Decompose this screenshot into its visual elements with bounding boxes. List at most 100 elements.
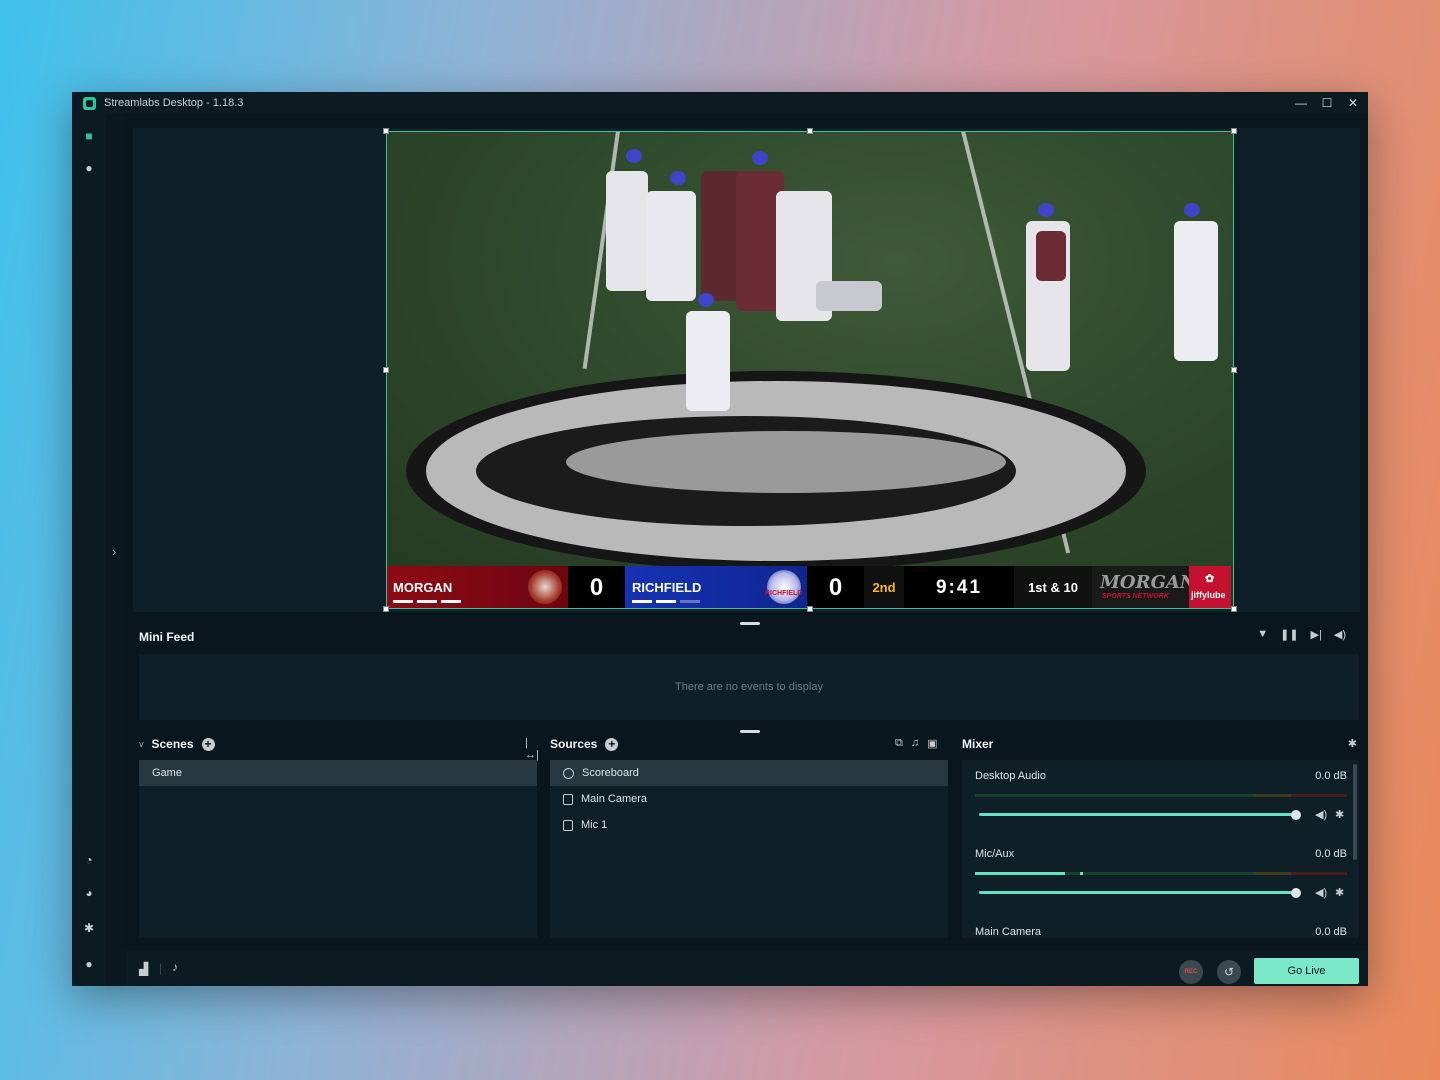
layout-editor-icon[interactable]: ◕ [81, 885, 97, 901]
scenes-header: v Scenes + |↔| [139, 734, 539, 761]
collapse-chevron-icon[interactable]: v [139, 739, 144, 749]
play-icon[interactable]: ● [81, 160, 97, 176]
video-feed: MORGAN 0 RICHFIELD RICHFIELD 0 2nd 9:41 … [386, 131, 1234, 609]
network-name: MORGAN [1100, 572, 1197, 593]
volume-slider[interactable] [979, 813, 1297, 816]
player [1174, 221, 1218, 361]
minifeed-header: Mini Feed ▼ ❚❚ ▶| ◀) [126, 622, 1360, 650]
mixer-scrollbar[interactable] [1353, 764, 1357, 860]
resize-handle[interactable] [1231, 367, 1237, 373]
level-meter-fill [975, 872, 1065, 875]
file-icon [563, 793, 573, 805]
resize-handle[interactable] [807, 606, 813, 612]
close-icon[interactable]: ✕ [1346, 96, 1360, 110]
player-jersey [1036, 231, 1066, 281]
speaker-icon[interactable]: ◀) [1315, 886, 1327, 899]
studio-mode-icon[interactable]: ◔ [81, 852, 97, 868]
sources-header: Sources + ⧉ ♫ ▣ [550, 734, 950, 754]
user-profile-icon[interactable]: ● [81, 956, 97, 972]
volume-knob[interactable] [1291, 888, 1301, 898]
minifeed-empty-text: There are no events to display [675, 681, 823, 693]
resize-handle[interactable] [807, 128, 813, 134]
player-helmet [752, 151, 768, 165]
speaker-icon[interactable]: ◀) [1315, 808, 1327, 821]
player [646, 191, 696, 301]
transition-icon[interactable]: |↔| [525, 737, 539, 761]
filter-icon[interactable]: ▼ [1257, 628, 1268, 641]
timeout-indicator [417, 600, 437, 603]
streamlabs-logo-icon [83, 96, 96, 110]
mixer-title: Mixer [962, 737, 994, 751]
settings-gear-icon[interactable]: ✱ [81, 920, 97, 936]
replay-buffer-icon[interactable]: ↺ [1217, 960, 1241, 984]
editor-icon[interactable]: ■ [81, 128, 97, 144]
record-button[interactable]: REC [1179, 960, 1203, 984]
mixer-db: 0.0 dB [1315, 770, 1347, 782]
resize-handle[interactable] [1231, 606, 1237, 612]
mixer-header: Mixer ✱ [962, 734, 1359, 754]
field-logo-accent [566, 431, 1006, 493]
volume-slider[interactable] [979, 891, 1297, 894]
minimize-icon[interactable]: — [1294, 96, 1308, 110]
mixer-db: 0.0 dB [1315, 848, 1347, 860]
add-folder-icon[interactable]: ▣ [927, 737, 937, 750]
resize-handle[interactable] [383, 606, 389, 612]
volume-knob[interactable] [1291, 810, 1301, 820]
window-title: Streamlabs Desktop - 1.18.3 [104, 97, 244, 109]
expand-chevron-icon[interactable]: › [112, 544, 116, 559]
minifeed-box: There are no events to display [139, 654, 1359, 720]
peak-indicator [1080, 872, 1083, 875]
footer-divider: | [159, 961, 163, 975]
maximize-icon[interactable]: ☐ [1320, 96, 1334, 110]
down-and-distance: 1st & 10 [1014, 566, 1092, 609]
timeout-indicator [680, 600, 700, 603]
mixer-settings-icon[interactable]: ✱ [1348, 737, 1357, 750]
scene-label: Game [152, 767, 182, 779]
source-label: Main Camera [581, 793, 648, 805]
panel-resize-handle[interactable] [740, 730, 760, 733]
home-team-panel: MORGAN [386, 566, 568, 609]
resize-handle[interactable] [1231, 128, 1237, 134]
window-controls: — ☐ ✕ [1294, 92, 1360, 114]
resize-handle[interactable] [383, 367, 389, 373]
away-team-name: RICHFIELD [632, 580, 702, 595]
resize-handle[interactable] [383, 128, 389, 134]
scene-item-game[interactable]: Game [139, 760, 537, 786]
title-bar: Streamlabs Desktop - 1.18.3 — ☐ ✕ [72, 92, 1368, 114]
record-label: REC [1184, 969, 1198, 975]
source-label: Scoreboard [582, 767, 639, 779]
source-item-mic-1[interactable]: Mic 1 [550, 812, 948, 838]
scoreboard-overlay: MORGAN 0 RICHFIELD RICHFIELD 0 2nd 9:41 … [386, 566, 1234, 609]
app-window: Streamlabs Desktop - 1.18.3 — ☐ ✕ ■ ● ◔ … [72, 92, 1368, 986]
sponsor-mark-icon: ✿ [1205, 573, 1215, 585]
source-label: Mic 1 [581, 819, 608, 831]
pause-icon[interactable]: ❚❚ [1280, 628, 1298, 641]
timeout-indicator [393, 600, 413, 603]
microphone-icon[interactable]: ♫ [911, 737, 919, 750]
source-item-scoreboard[interactable]: Scoreboard [550, 760, 948, 786]
skip-icon[interactable]: ▶| [1311, 628, 1322, 641]
player [816, 281, 882, 311]
source-item-main-camera[interactable]: Main Camera [550, 786, 948, 812]
mixer-db: 0.0 dB [1315, 926, 1347, 938]
gear-icon[interactable]: ✱ [1335, 808, 1344, 821]
timeout-indicator [632, 600, 652, 603]
performance-stats-icon[interactable]: ▟ [139, 962, 148, 976]
volume-icon[interactable]: ◀) [1334, 628, 1346, 641]
sources-title: Sources [550, 737, 598, 751]
game-clock: 9:41 [904, 566, 1014, 609]
home-team-logo [528, 570, 562, 604]
notifications-bell-icon[interactable]: ♪ [172, 960, 178, 974]
minifeed-title: Mini Feed [139, 630, 195, 644]
globe-icon [563, 767, 574, 779]
away-score: 0 [807, 566, 864, 609]
go-live-button[interactable]: Go Live [1254, 958, 1359, 984]
away-team-panel: RICHFIELD RICHFIELD [625, 566, 807, 609]
mixer-panel: Desktop Audio 0.0 dB ◀) ✱ Mic/Aux 0.0 dB… [962, 760, 1359, 938]
away-logo-text: RICHFIELD [765, 590, 803, 597]
copy-source-icon[interactable]: ⧉ [895, 737, 903, 750]
source-tools: ⧉ ♫ ▣ [895, 737, 938, 750]
add-scene-icon[interactable]: + [201, 737, 215, 751]
gear-icon[interactable]: ✱ [1335, 886, 1344, 899]
add-source-icon[interactable]: + [605, 737, 619, 751]
